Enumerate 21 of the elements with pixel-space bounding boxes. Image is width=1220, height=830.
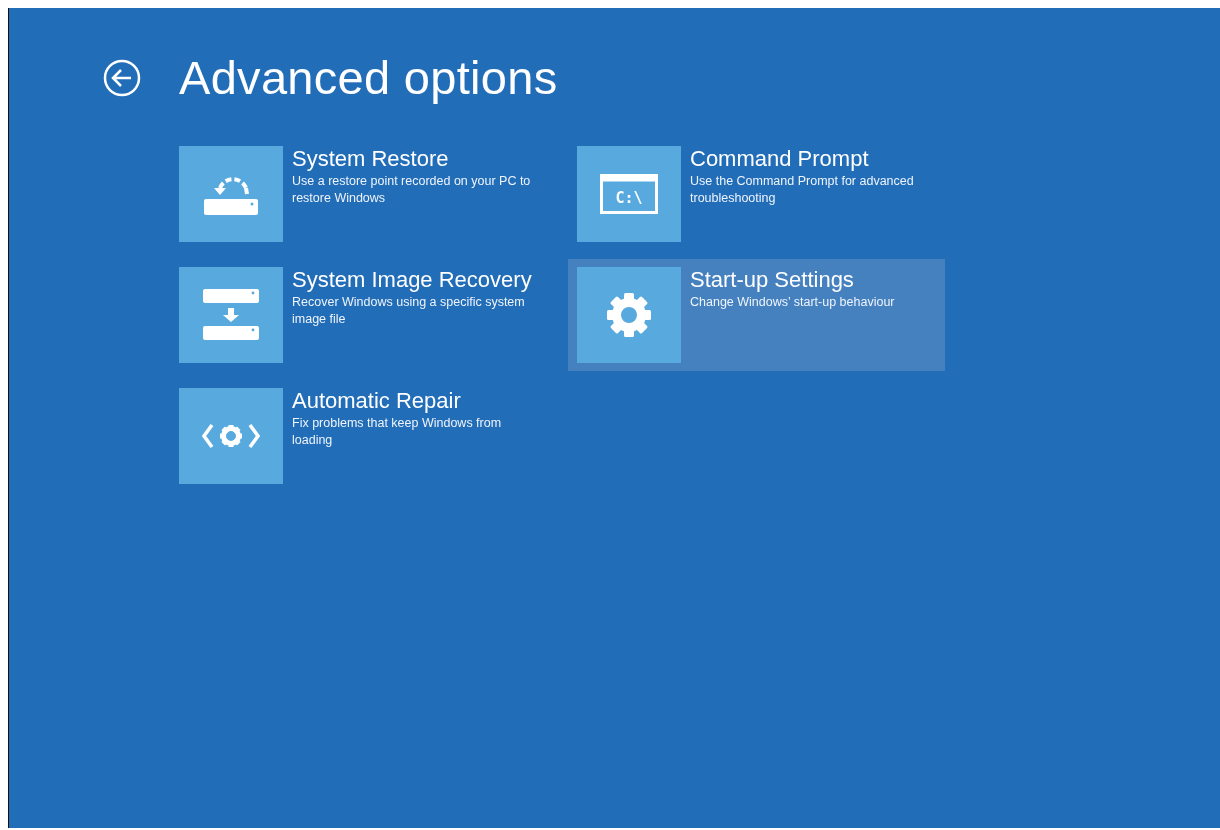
option-title: Command Prompt — [690, 146, 869, 172]
option-description: Use a restore point recorded on your PC to restore Windows — [292, 173, 532, 207]
settings-icon — [606, 292, 652, 338]
option-button[interactable]: C:\ Command Prompt Use the Command Prompt for advanced troubleshooting — [568, 138, 945, 250]
option-description: Fix problems that keep Windows from loading — [292, 415, 503, 449]
page-title: Advanced options — [179, 50, 558, 106]
option-description: Change Windows’ start-up behaviour — [690, 294, 895, 311]
option-title: Start-up Settings — [690, 267, 854, 293]
option-button[interactable]: Automatic Repair Fix problems that keep Windows from loading — [170, 380, 547, 492]
command-window-icon: C:\ — [600, 174, 658, 214]
option-description: Recover Windows using a specific system image file — [292, 294, 526, 328]
option-title: System Image Recovery — [292, 267, 532, 293]
option-title: System Restore — [292, 146, 449, 172]
option-description: Use the Command Prompt for advanced troubleshooting — [690, 173, 915, 207]
option-button[interactable]: System Image Recovery Recover Windows using a specific system image file — [170, 259, 547, 371]
gear-brackets-icon — [202, 422, 260, 450]
drive-download-icon — [203, 289, 259, 341]
option-button[interactable]: Start-up Settings Change Windows’ start-up behaviour — [568, 259, 945, 371]
back-button[interactable] — [103, 59, 141, 97]
option-title: Automatic Repair — [292, 388, 461, 414]
option-button[interactable]: System Restore Use a restore point recorded on your PC to restore Windows — [170, 138, 547, 250]
